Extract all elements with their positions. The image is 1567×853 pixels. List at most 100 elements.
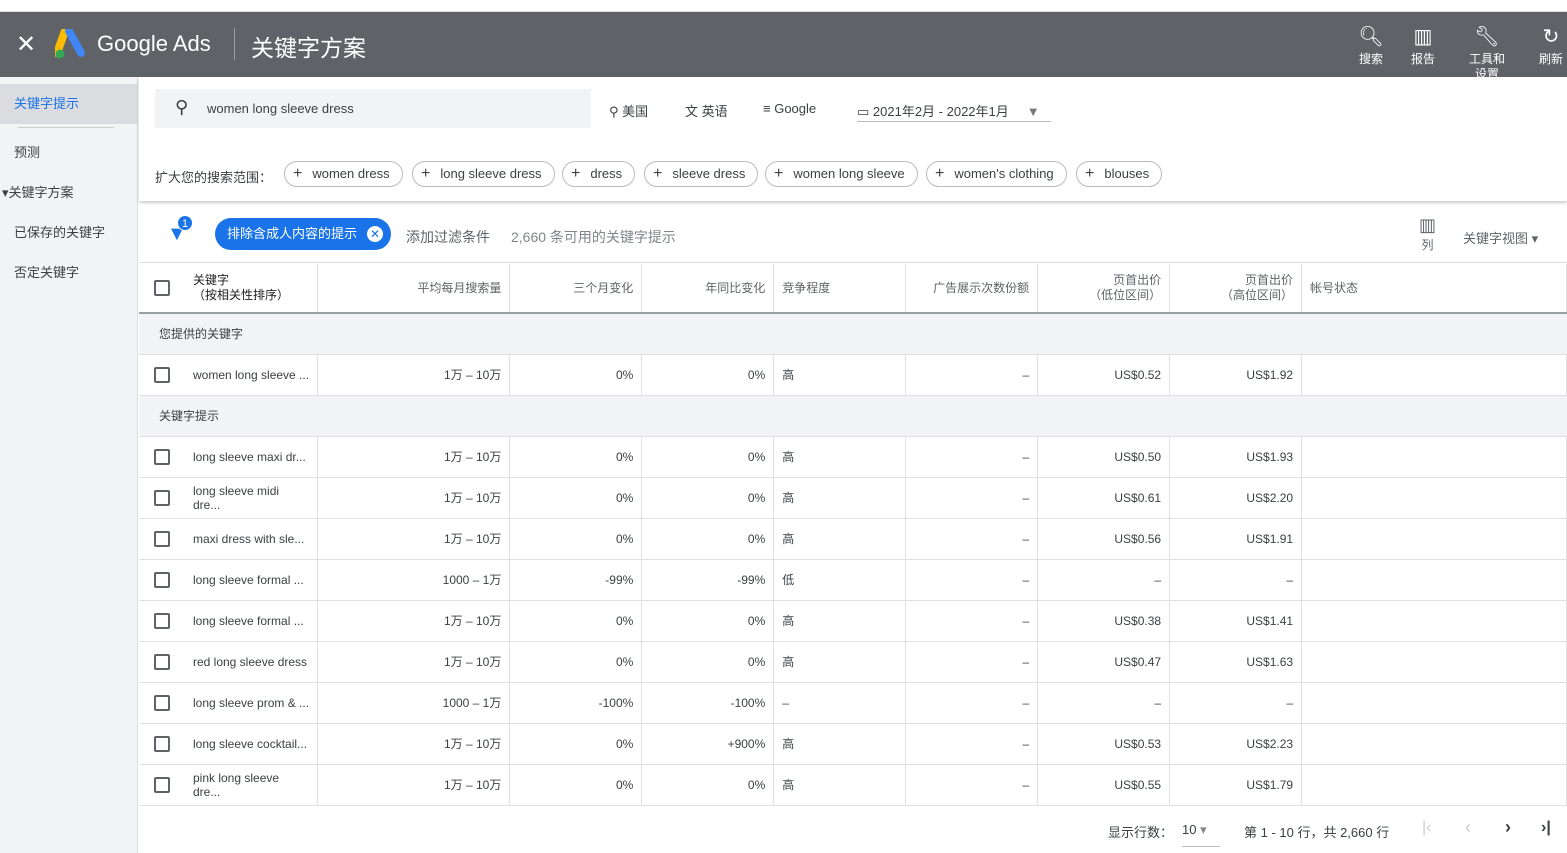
active-filter-chip[interactable]: 排除含成人内容的提示 ✕ (215, 218, 392, 250)
chip-add-keyword[interactable]: + long sleeve dress (412, 161, 555, 187)
next-page-icon[interactable]: › (1505, 817, 1511, 838)
table-cell[interactable]: long sleeve prom & ... (184, 682, 319, 724)
chip-add-keyword[interactable]: + women's clothing (926, 161, 1067, 187)
table-row[interactable]: pink long sleeve dre... 1万 – 10万 0% 0% 高 – US$… (139, 764, 1567, 806)
sidebar-item-forecast[interactable]: 预测 (0, 133, 138, 173)
table-row[interactable]: long sleeve cocktail... 1万 – 10万 0% +900% 高 –… (139, 723, 1567, 765)
remove-filter-icon[interactable]: ✕ (367, 226, 384, 242)
row-checkbox[interactable] (139, 518, 185, 560)
checkbox[interactable] (153, 653, 170, 670)
column-header[interactable]: 年同比变化 (641, 264, 775, 314)
chip-add-keyword[interactable]: + women long sleeve (765, 161, 918, 187)
table-cell[interactable]: long sleeve cocktail... (184, 723, 319, 765)
table-cell[interactable]: long sleeve maxi dr... (184, 436, 319, 478)
network-selector[interactable]: ≡ Google (763, 101, 816, 116)
row-checkbox[interactable] (139, 436, 185, 478)
table-cell: 0% (509, 600, 643, 642)
table-cell: US$0.47 (1037, 641, 1171, 683)
select-all-checkbox[interactable] (139, 264, 185, 314)
first-page-icon[interactable]: |‹ (1422, 819, 1431, 837)
column-header[interactable]: 广告展示次数份额 (905, 264, 1039, 314)
row-checkbox[interactable] (139, 641, 185, 683)
search-button[interactable]: 🔍︎ 搜索 (1346, 26, 1396, 67)
table-cell: US$0.52 (1037, 354, 1171, 396)
column-header[interactable]: 三个月变化 (509, 264, 643, 314)
refresh-button[interactable]: ↻ 刷新 (1526, 26, 1567, 67)
sidebar-item-keyword-ideas[interactable]: 关键字提示 (0, 84, 138, 124)
table-cell: 0% (641, 600, 775, 642)
row-checkbox[interactable] (139, 600, 185, 642)
report-button[interactable]: ▥ 报告 (1398, 26, 1448, 67)
sidebar-item-saved-keywords[interactable]: 已保存的关键字 (0, 213, 138, 253)
table-cell: 高 (773, 764, 907, 806)
date-range-selector[interactable]: ▭ 2021年2月 - 2022年1月 ▼ (857, 101, 1040, 120)
prev-page-icon[interactable]: ‹ (1465, 817, 1471, 838)
table-cell[interactable]: long sleeve midi dre... (184, 477, 319, 519)
row-checkbox[interactable] (139, 682, 185, 724)
last-page-icon[interactable]: ›| (1541, 819, 1551, 837)
chip-add-keyword[interactable]: + dress (562, 161, 636, 187)
column-header[interactable]: 页首出价 （低位区间） (1037, 264, 1171, 314)
row-checkbox[interactable] (139, 764, 185, 806)
row-checkbox[interactable] (139, 723, 185, 765)
table-cell: US$2.20 (1169, 477, 1303, 519)
expand-label: 扩大您的搜索范围： (155, 170, 273, 185)
checkbox[interactable] (153, 448, 170, 465)
table-cell[interactable]: long sleeve formal ... (184, 600, 319, 642)
table-row[interactable]: long sleeve prom & ... 1000 – 1万 -100% -100… (139, 682, 1567, 724)
checkbox[interactable] (153, 571, 170, 588)
chip-add-keyword[interactable]: + sleeve dress (644, 161, 759, 187)
location-selector[interactable]: ⚲ 美国 (609, 101, 648, 120)
table-cell[interactable]: red long sleeve dress (184, 641, 319, 683)
table-cell: 1000 – 1万 (317, 559, 511, 601)
sidebar-item-negative-keywords[interactable]: 否定关键字 (0, 253, 138, 293)
checkbox[interactable] (153, 694, 170, 711)
table-cell[interactable]: long sleeve formal ... (184, 559, 319, 601)
table-cell[interactable]: pink long sleeve dre... (184, 764, 319, 806)
search-icon: 🔍︎ (1358, 26, 1384, 48)
table-cell: -100% (641, 682, 775, 724)
keyword-view-dropdown[interactable]: 关键字视图 ▾ (1463, 228, 1538, 247)
keyword-search-input[interactable]: ⚲ women long sleeve dress (155, 89, 591, 128)
language-selector[interactable]: 文 英语 (685, 101, 728, 120)
table-cell: 1万 – 10万 (317, 600, 511, 642)
table-cell[interactable]: women long sleeve ... (184, 354, 319, 396)
table-row[interactable]: maxi dress with sle... 1万 – 10万 0% 0% 高 – US$0… (139, 518, 1567, 560)
table-row[interactable]: long sleeve maxi dr... 1万 – 10万 0% 0% 高 – US$0… (139, 436, 1567, 478)
column-header[interactable]: 平均每月搜索量 (317, 264, 511, 314)
checkbox[interactable] (153, 366, 170, 383)
table-row[interactable]: women long sleeve ... 1万 – 10万 0% 0% 高 – US$0.… (139, 354, 1567, 396)
chip-label: blouses (1104, 166, 1150, 181)
column-header[interactable]: 页首出价 （高位区间） (1169, 264, 1303, 314)
tools-label: 工具和设置 (1468, 52, 1505, 77)
report-label: 报告 (1410, 52, 1435, 66)
checkbox[interactable] (153, 530, 170, 547)
table-cell[interactable]: maxi dress with sle... (184, 518, 319, 560)
tools-button[interactable]: 🔧︎ 工具和设置 (1462, 26, 1512, 77)
close-icon[interactable]: ✕ (16, 30, 36, 59)
column-header[interactable]: 竞争程度 (773, 264, 907, 314)
row-checkbox[interactable] (139, 559, 185, 601)
date-underline (857, 121, 1051, 122)
checkbox[interactable] (153, 612, 170, 629)
row-checkbox[interactable] (139, 477, 185, 519)
checkbox[interactable] (153, 280, 170, 296)
table-row[interactable]: long sleeve midi dre... 1万 – 10万 0% 0% 高 – US$… (139, 477, 1567, 519)
checkbox[interactable] (153, 735, 170, 752)
checkbox[interactable] (153, 489, 170, 506)
add-filter-button[interactable]: 添加过滤条件 (406, 227, 490, 247)
sidebar-item-keyword-plan[interactable]: ▾关键字方案 (0, 173, 138, 213)
table-cell: 1万 – 10万 (317, 477, 511, 519)
rows-per-page-select[interactable]: 10 ▾ (1182, 822, 1220, 847)
row-checkbox[interactable] (139, 354, 185, 396)
chip-add-keyword[interactable]: + women dress (284, 161, 403, 187)
table-row[interactable]: long sleeve formal ... 1万 – 10万 0% 0% 高 – US$0… (139, 600, 1567, 642)
chip-add-keyword[interactable]: + blouses (1076, 161, 1163, 187)
table-row[interactable]: long sleeve formal ... 1000 – 1万 -99% -99% 低… (139, 559, 1567, 601)
plus-icon: + (774, 165, 784, 182)
columns-button[interactable]: ▥ 列 (1419, 215, 1436, 253)
column-header[interactable]: 帐号状态 (1301, 264, 1567, 314)
table-row[interactable]: red long sleeve dress 1万 – 10万 0% 0% 高 – US$0.… (139, 641, 1567, 683)
column-header[interactable]: 关键字 （按相关性排序） (184, 264, 319, 314)
checkbox[interactable] (153, 776, 170, 793)
